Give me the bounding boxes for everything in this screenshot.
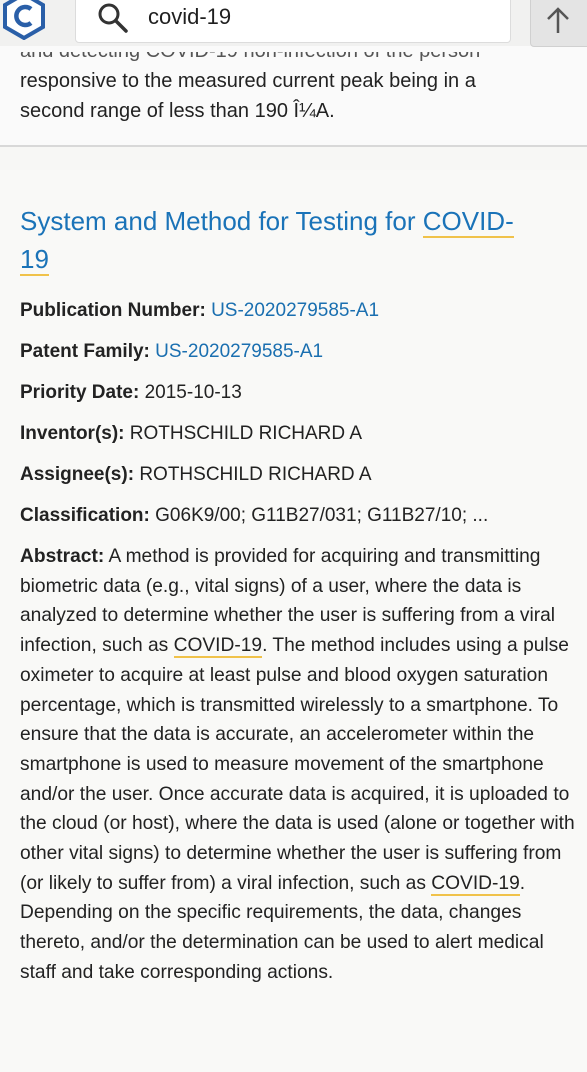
previous-result-card: and detecting COVID-19 non-infection of … (0, 46, 587, 147)
patent-family-row: Patent Family: US-2020279585-A1 (20, 341, 323, 363)
previous-result-line-1: responsive to the measured current peak … (20, 70, 476, 92)
search-input[interactable]: covid-19 (75, 0, 511, 43)
patent-family-label: Patent Family: (20, 341, 150, 362)
classification-label: Classification: (20, 505, 150, 526)
previous-result-line-2: second range of less than 190 Î¼A. (20, 100, 335, 122)
inventor-value: ROTHSCHILD RICHARD A (129, 423, 363, 444)
title-highlight-continued: 19 (20, 244, 49, 276)
priority-date-value: 2015-10-13 (144, 382, 242, 403)
top-bar: covid-19 (0, 0, 587, 47)
publication-number-row: Publication Number: US-2020279585-A1 (20, 300, 379, 322)
classification-row: Classification: G06K9/00; G11B27/031; G1… (20, 505, 488, 527)
result-title-link[interactable]: System and Method for Testing for COVID-… (20, 202, 580, 278)
app-logo-icon[interactable] (2, 0, 46, 41)
search-icon (98, 3, 128, 33)
scroll-top-button[interactable] (530, 0, 587, 47)
abstract-highlight-2: COVID-19 (431, 872, 520, 896)
publication-number-link[interactable]: US-2020279585-A1 (211, 300, 379, 321)
assignee-label: Assignee(s): (20, 464, 135, 485)
title-highlight: COVID- (422, 206, 514, 238)
assignee-row: Assignee(s): ROTHSCHILD RICHARD A (20, 464, 372, 486)
priority-date-row: Priority Date: 2015-10-13 (20, 382, 242, 404)
search-query-text: covid-19 (148, 4, 232, 29)
patent-family-link[interactable]: US-2020279585-A1 (155, 341, 323, 362)
inventor-row: Inventor(s): ROTHSCHILD RICHARD A (20, 423, 362, 445)
inventor-label: Inventor(s): (20, 423, 125, 444)
abstract-part-2: . The method includes using a pulse oxim… (20, 635, 575, 894)
arrow-up-icon (547, 7, 569, 33)
abstract-text: Abstract: A method is provided for acqui… (20, 542, 580, 988)
assignee-value: ROTHSCHILD RICHARD A (139, 464, 372, 485)
priority-date-label: Priority Date: (20, 382, 140, 403)
classification-value: G06K9/00; G11B27/031; G11B27/10; ... (155, 505, 489, 526)
abstract-highlight-1: COVID-19 (173, 635, 263, 659)
abstract-label: Abstract: (20, 546, 105, 567)
publication-number-label: Publication Number: (20, 300, 206, 321)
result-card: System and Method for Testing for COVID-… (0, 170, 587, 1072)
result-title-text: System and Method for Testing for (20, 206, 423, 236)
